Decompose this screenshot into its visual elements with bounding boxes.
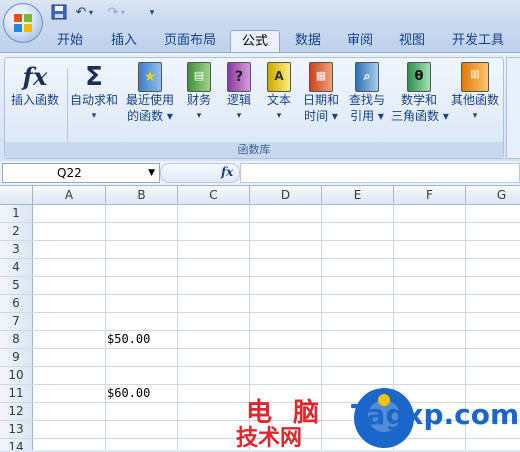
row-header[interactable]: 5 <box>0 277 33 294</box>
table-row: 5 <box>0 277 520 295</box>
insert-function-fx-icon[interactable]: fx <box>221 165 233 179</box>
column-header-b[interactable]: B <box>106 186 178 204</box>
redo-dropdown-icon[interactable]: ▾ <box>118 4 128 22</box>
column-header-f[interactable]: F <box>394 186 466 204</box>
sigma-icon: Σ <box>85 62 103 92</box>
ribbon: fx 插入函数 Σ 自动求和 ▾ ★ 最近使用 的函数 ▾ ▤ 财务 ▾ ? 逻… <box>0 52 520 162</box>
watermark-en: Tagxp.com <box>351 398 520 431</box>
column-header-e[interactable]: E <box>322 186 394 204</box>
quick-access-toolbar: ↶ ▾ ↷ ▾ ▾ <box>0 0 520 26</box>
column-header-a[interactable]: A <box>33 186 106 204</box>
autosum-button[interactable]: Σ 自动求和 ▾ <box>67 62 121 124</box>
row-header[interactable]: 3 <box>0 241 33 258</box>
save-icon[interactable] <box>50 4 68 22</box>
row-header[interactable]: 6 <box>0 295 33 312</box>
next-group-stub <box>506 57 520 159</box>
lookup-reference-button[interactable]: ⌕ 查找与 引用 ▾ <box>345 62 389 124</box>
date-time-button[interactable]: ▦ 日期和 时间 ▾ <box>299 62 343 124</box>
tab-developer[interactable]: 开发工具 <box>446 30 510 52</box>
row-header[interactable]: 10 <box>0 367 33 384</box>
table-row: 4 <box>0 259 520 277</box>
ribbon-tabs: 开始 插入 页面布局 公式 数据 审阅 视图 开发工具 <box>0 26 520 53</box>
insert-function-button[interactable]: fx 插入函数 <box>7 62 63 108</box>
tab-review[interactable]: 审阅 <box>340 30 380 52</box>
recent-book-icon: ★ <box>138 62 162 92</box>
column-header-c[interactable]: C <box>178 186 250 204</box>
math-book-icon: θ <box>407 62 431 92</box>
row-header[interactable]: 7 <box>0 313 33 330</box>
row-header[interactable]: 13 <box>0 421 33 438</box>
row-header[interactable]: 11 <box>0 385 33 402</box>
group-label: 函数库 <box>5 142 503 158</box>
column-header-g[interactable]: G <box>466 186 520 204</box>
row-header[interactable]: 2 <box>0 223 33 240</box>
tab-home[interactable]: 开始 <box>50 30 90 52</box>
row-header[interactable]: 9 <box>0 349 33 366</box>
tab-page-layout[interactable]: 页面布局 <box>160 30 220 52</box>
datetime-book-icon: ▦ <box>309 62 333 92</box>
column-header-d[interactable]: D <box>250 186 322 204</box>
finance-book-icon: ▤ <box>187 62 211 92</box>
formula-bar: Q22 ▼ fx <box>0 161 520 186</box>
office-logo-icon <box>14 14 32 32</box>
other-book-icon: ▥ <box>461 62 489 92</box>
row-header[interactable]: 8 <box>0 331 33 348</box>
row-header[interactable]: 14 <box>0 439 33 450</box>
row-header[interactable]: 4 <box>0 259 33 276</box>
formula-controls: fx <box>160 163 240 183</box>
more-functions-button[interactable]: ▥ 其他函数 ▾ <box>449 62 501 124</box>
undo-dropdown-icon[interactable]: ▾ <box>86 4 96 22</box>
table-row: 9 <box>0 349 520 367</box>
chevron-down-icon[interactable]: ▼ <box>148 164 155 182</box>
text-book-icon: A <box>267 62 291 92</box>
row-header[interactable]: 12 <box>0 403 33 420</box>
name-box[interactable]: Q22 ▼ <box>2 163 160 183</box>
table-row: 3 <box>0 241 520 259</box>
tab-insert[interactable]: 插入 <box>104 30 144 52</box>
table-row: 6 <box>0 295 520 313</box>
lookup-book-icon: ⌕ <box>355 62 379 92</box>
math-trig-button[interactable]: θ 数学和 三角函数 ▾ <box>391 62 449 124</box>
customize-qat-icon[interactable]: ▾ <box>146 4 158 22</box>
tab-formulas[interactable]: 公式 <box>230 30 280 53</box>
tab-view[interactable]: 视图 <box>392 30 432 52</box>
logic-book-icon: ? <box>227 62 251 92</box>
name-box-value: Q22 <box>57 166 82 180</box>
table-row: 2 <box>0 223 520 241</box>
recently-used-button[interactable]: ★ 最近使用 的函数 ▾ <box>121 62 179 124</box>
text-button[interactable]: A 文本 ▾ <box>261 62 297 124</box>
select-all-corner[interactable] <box>0 186 33 204</box>
logical-button[interactable]: ? 逻辑 ▾ <box>221 62 257 124</box>
column-headers: A B C D E F G <box>0 186 520 205</box>
row-header[interactable]: 1 <box>0 205 33 222</box>
tab-data[interactable]: 数据 <box>288 30 328 52</box>
financial-button[interactable]: ▤ 财务 ▾ <box>181 62 217 124</box>
function-library-group: fx 插入函数 Σ 自动求和 ▾ ★ 最近使用 的函数 ▾ ▤ 财务 ▾ ? 逻… <box>4 57 504 159</box>
table-row: 1 <box>0 205 520 223</box>
table-row: 7 <box>0 313 520 331</box>
formula-input[interactable] <box>240 163 520 183</box>
fx-icon: fx <box>22 62 48 91</box>
cell-b8[interactable]: $50.00 <box>107 331 150 348</box>
office-button[interactable] <box>3 3 43 43</box>
cell-b11[interactable]: $60.00 <box>107 385 150 402</box>
watermark-cn-line2: 技术网 <box>236 426 303 451</box>
table-row: 8 $50.00 <box>0 331 520 349</box>
